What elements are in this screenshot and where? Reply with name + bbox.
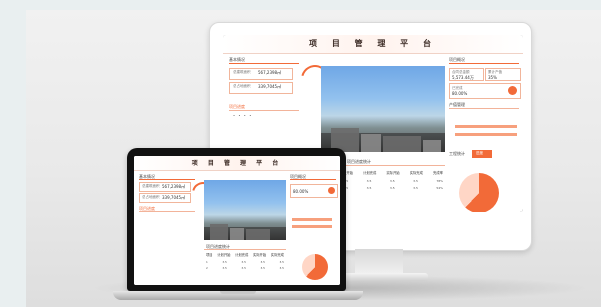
site-photo — [321, 66, 445, 152]
monitor-stand-neck — [355, 249, 403, 275]
laptop-table: 项目 计划开始 计划完成 实际开始 实际完成 1 3.5 3.5 3.5 3.5… — [206, 252, 284, 270]
laptop-photo-building-3 — [246, 229, 270, 240]
laptop-left-section-underline — [139, 211, 195, 212]
laptop-metric-value: 567,2398㎡ — [162, 184, 186, 189]
metric-label: 总占地面积 — [233, 84, 251, 88]
dashboard-topbar: 项 目 管 理 平 台 — [223, 35, 523, 54]
tab-active[interactable]: 进度 — [472, 150, 492, 158]
laptop-notch — [220, 291, 256, 294]
table-header-cell: 完成率 — [433, 171, 443, 175]
laptop-table-cell: 3.5 — [260, 260, 265, 264]
production-bar-1 — [455, 125, 517, 128]
laptop-table-header-cell: 实际完成 — [270, 253, 284, 257]
laptop-right-kpi-value: 80.00% — [293, 189, 309, 194]
laptop-table-cell: 3.5 — [222, 266, 227, 270]
left-section-underline — [229, 110, 299, 111]
laptop-right-kpi: 80.00% — [290, 184, 338, 198]
table-cell: 3.5 — [366, 186, 372, 190]
table-header-cell: 实际完成 — [409, 171, 423, 175]
laptop-photo-building-1 — [210, 224, 228, 240]
laptop-metric-label: 总建筑面积 — [142, 184, 160, 188]
table-cell: 3.5 — [389, 179, 395, 183]
laptop-table-cell: 2 — [206, 266, 208, 270]
right-card-value: 35% — [488, 75, 497, 80]
laptop-right-kpi-icon — [328, 187, 335, 194]
table-cell: 3.5 — [413, 179, 418, 183]
metric-label: 总建筑面积 — [233, 70, 251, 74]
laptop-table-cell: 3.5 — [260, 266, 265, 270]
laptop-screen: 项 目 管 理 平 台 基本情况 总建筑面积 567,2398㎡ 总占地面积 3… — [134, 156, 340, 285]
right-kpi-value: 80.00% — [452, 91, 468, 96]
metric-chip-1: 总建筑面积 567,2398㎡ — [229, 68, 293, 80]
laptop-metric-chip-1: 总建筑面积 567,2398㎡ — [139, 182, 191, 192]
laptop-table-cell: 3.5 — [222, 260, 227, 264]
metric-chip-2: 总占地面积 339,7045㎡ — [229, 82, 293, 94]
laptop-table-header-cell: 项目 — [206, 253, 213, 257]
laptop-left-underline — [139, 179, 195, 180]
right-card-2: 累计产值 35% — [485, 68, 521, 81]
laptop-right-bar-2 — [292, 225, 332, 228]
table-cell: 3.5 — [413, 186, 418, 190]
laptop-table-cell: 1 — [206, 260, 208, 264]
laptop-table-cell: 3.5 — [279, 266, 284, 270]
table-cell: 54% — [436, 186, 443, 190]
right-card-value: 5,573.44万 — [452, 75, 474, 80]
laptop-right-bar-1 — [292, 218, 332, 221]
table-cell: 3.5 — [366, 179, 372, 183]
right-section-underline — [449, 108, 519, 109]
laptop-metric-value: 339,7045㎡ — [162, 195, 186, 200]
laptop-right-underline — [290, 179, 336, 180]
left-mini-dots: • • • • — [233, 114, 252, 118]
production-bar-2 — [455, 133, 517, 136]
laptop-table-header-cell: 实际开始 — [252, 253, 267, 257]
table-cell: 78% — [436, 179, 443, 183]
laptop-pie — [302, 254, 328, 280]
dashboard-title: 项 目 管 理 平 台 — [309, 39, 437, 48]
photo-building-2 — [361, 134, 381, 152]
laptop-table-header: 项目 计划开始 计划完成 实际开始 实际完成 — [206, 252, 284, 257]
right-lower-title: 工程统计 — [449, 151, 465, 156]
laptop-site-photo — [204, 180, 286, 240]
laptop-table-underline — [204, 249, 286, 250]
laptop-table-row: 2 3.5 3.5 3.5 3.5 — [206, 266, 284, 270]
table-header-cell: 实际开始 — [386, 171, 400, 175]
laptop-table-cell: 3.5 — [241, 266, 246, 270]
laptop-photo-building-2 — [230, 228, 244, 240]
metric-value: 567,2398㎡ — [258, 70, 282, 75]
laptop-dashboard: 项 目 管 理 平 台 基本情况 总建筑面积 567,2398㎡ 总占地面积 3… — [134, 156, 340, 285]
laptop-table-header-cell: 计划完成 — [235, 253, 249, 257]
table-header-cell: 计划完成 — [363, 171, 377, 175]
photo-building-4 — [423, 140, 441, 152]
laptop-title: 项 目 管 理 平 台 — [191, 160, 283, 167]
right-panel-underline — [449, 63, 519, 64]
laptop-table-header-cell: 计划开始 — [217, 253, 231, 257]
right-kpi: 已完成 80.00% — [449, 83, 521, 99]
left-panel-underline — [229, 63, 299, 64]
metric-value: 339,7045㎡ — [258, 84, 282, 89]
tab-active-label: 进度 — [476, 151, 483, 155]
laptop-topbar: 项 目 管 理 平 台 — [134, 156, 340, 171]
table-cell: 3.5 — [389, 186, 395, 190]
photo-building-3 — [383, 136, 421, 152]
laptop-table-cell: 3.5 — [241, 260, 246, 264]
right-kpi-icon — [508, 86, 517, 95]
laptop-table-cell: 3.5 — [279, 260, 284, 264]
statistics-pie — [459, 173, 499, 212]
laptop-metric-chip-2: 总占地面积 339,7045㎡ — [139, 193, 191, 203]
laptop-metric-label: 总占地面积 — [142, 195, 160, 199]
right-card-1: 合同总金额 5,573.44万 — [449, 68, 484, 81]
